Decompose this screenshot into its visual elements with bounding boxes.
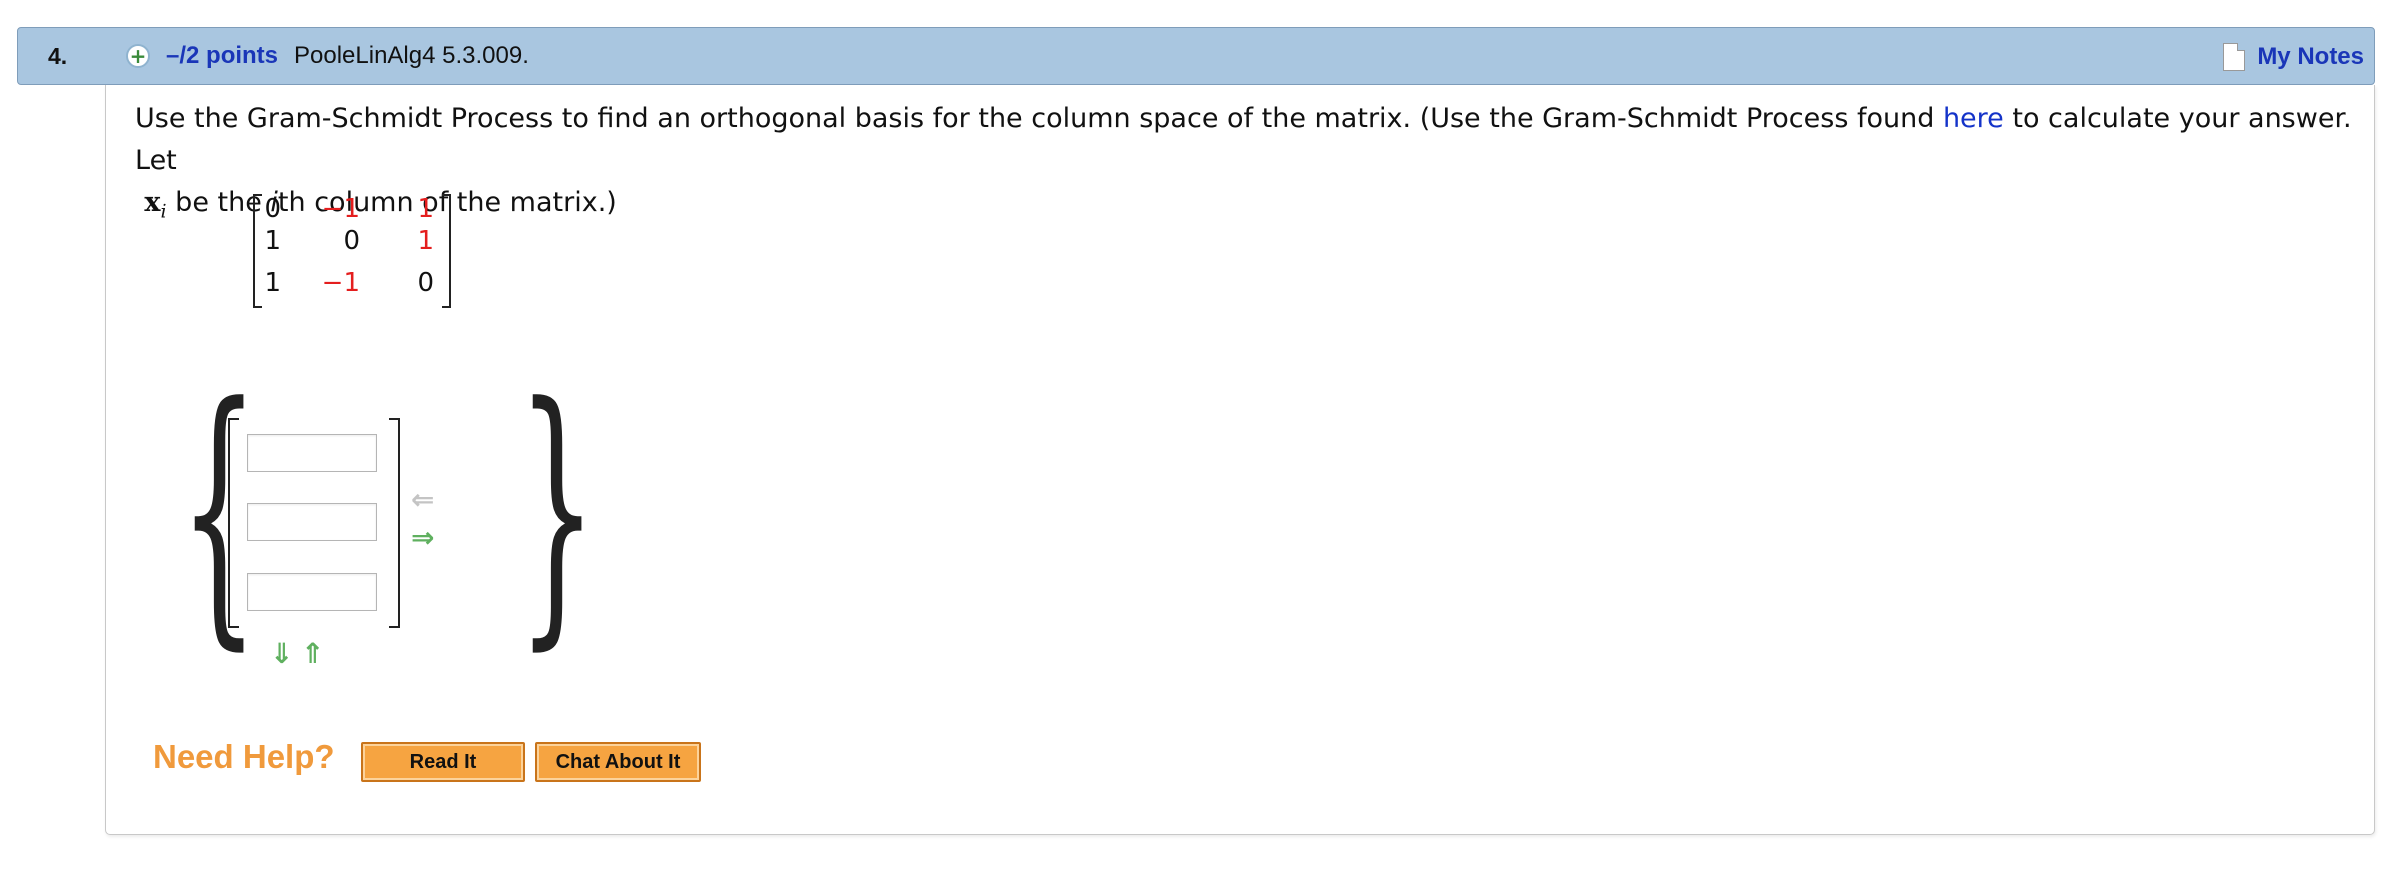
here-link[interactable]: here — [1943, 103, 2004, 134]
vector-right-bracket — [389, 418, 400, 628]
vector-left-bracket — [228, 418, 239, 628]
matrix-right-bracket — [442, 194, 451, 308]
vector-entry-1[interactable] — [247, 434, 377, 472]
up-arrow-icon[interactable]: ⇑ — [301, 640, 324, 668]
problem-id: PooleLinAlg4 5.3.009. — [294, 42, 529, 69]
left-arrow-icon[interactable]: ⇐ — [411, 486, 434, 514]
question-prompt: Use the Gram-Schmidt Process to find an … — [135, 98, 2360, 232]
question-header: 4. + –/2 points PooleLinAlg4 5.3.009. My… — [17, 27, 2375, 85]
matrix-cell: 1 — [417, 194, 434, 224]
x-i-variable: xi — [144, 187, 167, 223]
matrix-cell: 0 — [343, 226, 360, 256]
need-help-label: Need Help? — [153, 738, 335, 775]
matrix-cell: 1 — [417, 226, 434, 256]
chat-about-it-button[interactable]: Chat About It — [535, 742, 701, 782]
vector-entry-2[interactable] — [247, 503, 377, 541]
prompt-text: Use the Gram-Schmidt Process to find an … — [135, 103, 1943, 134]
matrix-cell: 0 — [417, 268, 434, 298]
given-matrix: 0 −1 1 1 0 1 1 −1 0 — [253, 194, 451, 308]
matrix-cell: 1 — [264, 268, 281, 298]
my-notes-button[interactable]: My Notes — [2223, 41, 2364, 73]
matrix-cell: −1 — [321, 268, 360, 298]
points-label: –/2 points — [166, 42, 279, 69]
matrix-cell: −1 — [321, 194, 360, 224]
note-icon — [2223, 43, 2246, 71]
right-arrow-icon[interactable]: ⇒ — [411, 524, 434, 552]
my-notes-label[interactable]: My Notes — [2257, 43, 2364, 71]
set-right-brace: } — [516, 348, 598, 674]
matrix-cell: 0 — [264, 194, 281, 224]
expand-plus-icon[interactable]: + — [126, 44, 150, 68]
vector-entry-3[interactable] — [247, 573, 377, 611]
down-arrow-icon[interactable]: ⇓ — [270, 640, 293, 668]
read-it-button[interactable]: Read It — [361, 742, 525, 782]
question-number: 4. — [48, 43, 68, 69]
matrix-cell: 1 — [264, 226, 281, 256]
